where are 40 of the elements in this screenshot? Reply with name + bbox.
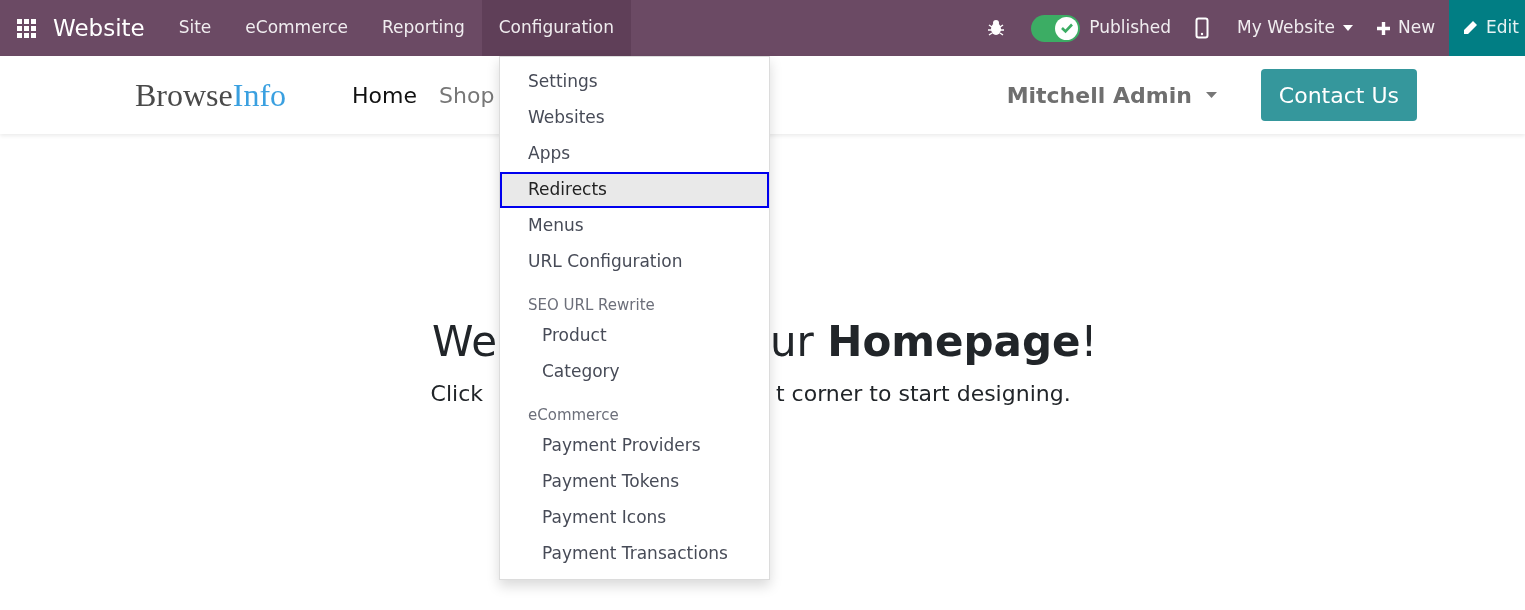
- nav-link[interactable]: Shop: [439, 78, 495, 112]
- user-dropdown[interactable]: Mitchell Admin: [1006, 78, 1217, 112]
- check-icon: [1059, 21, 1074, 35]
- menu-item[interactable]: URL Configuration: [500, 244, 769, 280]
- pencil-icon: [1462, 20, 1479, 36]
- edit-button[interactable]: Edit: [1449, 0, 1525, 56]
- menu-item[interactable]: Websites: [500, 100, 769, 136]
- published-label: Published: [1089, 16, 1172, 40]
- new-button[interactable]: New: [1377, 15, 1436, 41]
- menu-section-header: eCommerce: [527, 404, 620, 426]
- menu-item[interactable]: Menus: [500, 208, 769, 244]
- top-menu-item[interactable]: eCommerce: [228, 0, 366, 56]
- mobile-icon[interactable]: [1195, 17, 1210, 39]
- bug-icon[interactable]: [987, 19, 1006, 37]
- caret-icon: [1205, 92, 1217, 98]
- subtitle-text: Click: [430, 380, 483, 408]
- heading-text: We: [432, 316, 497, 368]
- menu-item[interactable]: Settings: [500, 64, 769, 100]
- menu-item[interactable]: Payment Providers: [500, 428, 769, 464]
- subtitle-text: t corner to start designing.: [776, 380, 1071, 408]
- nav-link[interactable]: Home: [352, 78, 418, 112]
- apps-menu-icon[interactable]: [17, 18, 36, 38]
- menu-item[interactable]: Apps: [500, 136, 769, 172]
- menu-section-header: SEO URL Rewrite: [527, 294, 656, 316]
- menu-item[interactable]: Redirects: [500, 172, 769, 208]
- menu-item[interactable]: Category: [500, 354, 769, 390]
- menu-item[interactable]: Payment Tokens: [500, 464, 769, 500]
- caret-icon: [1343, 25, 1353, 31]
- heading-text: ur Homepage!: [770, 316, 1098, 368]
- top-menu-item[interactable]: Configuration: [481, 0, 631, 56]
- menu-item[interactable]: Product: [500, 318, 769, 354]
- menu-item[interactable]: Payment Transactions: [500, 536, 769, 572]
- website-dropdown[interactable]: My Website: [1237, 15, 1353, 41]
- published-toggle[interactable]: [1031, 14, 1081, 42]
- plus-icon: [1377, 21, 1390, 35]
- top-menu-item[interactable]: Site: [161, 0, 229, 56]
- app-title: Website: [53, 13, 145, 43]
- top-menu-item[interactable]: Reporting: [365, 0, 482, 56]
- site-logo[interactable]: BrowseInfo: [135, 71, 287, 119]
- menu-item[interactable]: Payment Icons: [500, 500, 769, 536]
